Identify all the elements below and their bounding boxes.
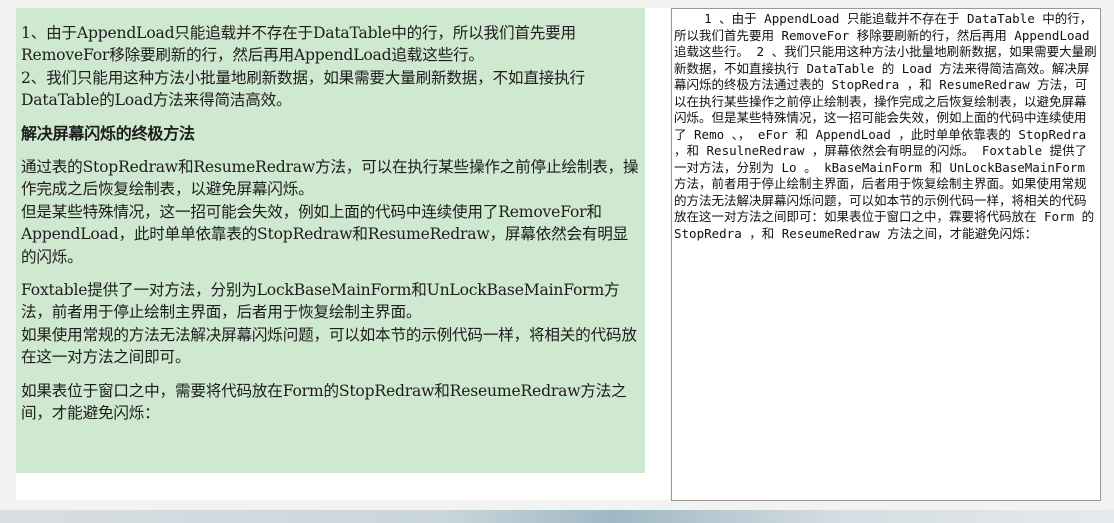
paragraph-7: 如果表位于窗口之中，需要将代码放在Form的StopRedraw和Reseume… [21,381,627,423]
paragraph-2: 2、我们只能用这种方法小批量地刷新数据，如果需要大量刷新数据，不如直接执行Dat… [21,68,585,110]
source-image-panel: 1、由于AppendLoad只能追载并不存在于DataTable中的行，所以我们… [16,8,670,500]
ocr-result-text[interactable]: 1 、由于 AppendLoad 只能追载并不存在于 DataTable 中的行… [674,11,1098,242]
paragraph-1: 1、由于AppendLoad只能追载并不存在于DataTable中的行，所以我们… [21,24,576,65]
paragraph-6: 如果使用常规的方法无法解决屏幕闪烁问题，可以如本节的示例代码一样，将相关的代码放… [21,325,637,367]
section-heading: 解决屏幕闪烁的终极方法 [21,123,195,143]
paragraph-3: 通过表的StopRedraw和ResumeRedraw方法，可以在执行某些操作之… [21,158,639,199]
taskbar-strip [0,510,1114,523]
ocr-result-textbox[interactable]: 1 、由于 AppendLoad 只能追载并不存在于 DataTable 中的行… [671,8,1101,501]
source-text: 1、由于AppendLoad只能追载并不存在于DataTable中的行，所以我们… [21,22,643,425]
paragraph-5: Foxtable提供了一对方法，分别为LockBaseMainForm和UnLo… [21,281,620,322]
source-image-background: 1、由于AppendLoad只能追载并不存在于DataTable中的行，所以我们… [16,8,645,473]
paragraph-4: 但是某些特殊情况，这一招可能会失效，例如上面的代码中连续使用了RemoveFor… [21,202,629,266]
